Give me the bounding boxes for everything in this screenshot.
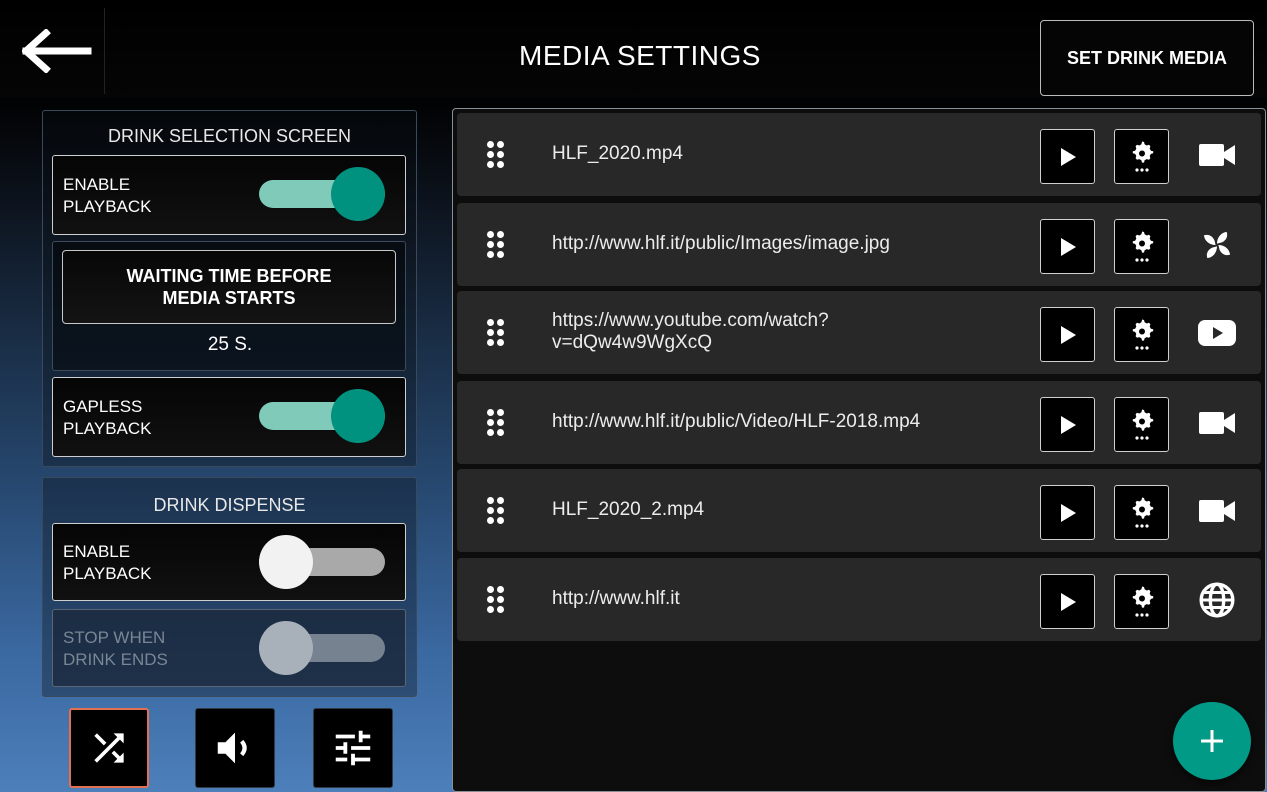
media-url: https://www.youtube.com/watch? v=dQw4w9W…	[552, 310, 829, 353]
media-url: http://www.hlf.it/public/Video/HLF-2018.…	[552, 411, 921, 432]
settings-gear-icon	[1132, 141, 1153, 172]
play-icon	[1060, 592, 1076, 611]
waiting-time-button[interactable]: WAITING TIME BEFORE MEDIA STARTS	[62, 250, 396, 324]
stop-when-drink-ends-row: STOP WHEN DRINK ENDS	[52, 609, 406, 687]
play-button[interactable]	[1040, 129, 1095, 184]
video-camera-icon	[1195, 491, 1239, 531]
drink-dispense-panel: DRINK DISPENSE ENABLE PLAYBACK STOP WHEN…	[42, 477, 417, 697]
play-button[interactable]	[1040, 485, 1095, 540]
enable-playback-toggle[interactable]	[259, 167, 385, 221]
dispense-enable-playback-row: ENABLE PLAYBACK	[52, 523, 406, 601]
video-camera-icon	[1195, 403, 1239, 443]
panel-title: DRINK SELECTION SCREEN	[107, 126, 352, 146]
gapless-playback-label: GAPLESS PLAYBACK	[63, 397, 152, 438]
equalizer-icon	[335, 730, 371, 766]
settings-gear-icon	[1132, 586, 1153, 617]
toggle-knob	[259, 535, 313, 589]
page-title: MEDIA SETTINGS	[519, 40, 761, 71]
play-icon	[1060, 237, 1076, 256]
gapless-playback-toggle[interactable]	[259, 389, 385, 443]
volume-icon	[217, 732, 247, 764]
media-row[interactable]: HLF_2020_2.mp4	[457, 469, 1261, 552]
youtube-icon	[1195, 313, 1239, 353]
drag-handle-icon[interactable]	[487, 409, 511, 437]
drag-handle-icon[interactable]	[487, 319, 511, 347]
drag-handle-icon[interactable]	[487, 586, 511, 614]
drink-selection-panel: DRINK SELECTION SCREEN ENABLE PLAYBACK W…	[42, 110, 417, 467]
media-url: HLF_2020.mp4	[552, 143, 683, 164]
media-settings-button[interactable]	[1114, 485, 1169, 540]
settings-gear-icon	[1132, 319, 1153, 350]
waiting-time-value: 25 S.	[207, 334, 253, 355]
media-row[interactable]: HLF_2020.mp4	[457, 113, 1261, 196]
media-row[interactable]: http://www.hlf.it/public/Video/HLF-2018.…	[457, 381, 1261, 464]
video-camera-icon	[1195, 135, 1239, 175]
volume-button[interactable]	[195, 708, 275, 788]
play-button[interactable]	[1040, 307, 1095, 362]
play-icon	[1060, 415, 1076, 434]
media-settings-button[interactable]	[1114, 397, 1169, 452]
media-settings-button[interactable]	[1114, 307, 1169, 362]
media-list[interactable]: HLF_2020.mp4 http://www.hlf.it/public/Ima…	[452, 108, 1266, 792]
settings-gear-icon	[1132, 409, 1153, 440]
play-button[interactable]	[1040, 574, 1095, 629]
media-settings-button[interactable]	[1114, 574, 1169, 629]
equalizer-button[interactable]	[313, 708, 393, 788]
add-media-button[interactable]	[1173, 702, 1251, 780]
toggle-knob	[259, 621, 313, 675]
plus-icon	[1201, 730, 1223, 752]
settings-gear-icon	[1132, 231, 1153, 262]
drag-handle-icon[interactable]	[487, 231, 511, 259]
dispense-enable-playback-label: ENABLE PLAYBACK	[63, 542, 152, 583]
gapless-playback-row: GAPLESS PLAYBACK	[52, 377, 406, 457]
back-button[interactable]	[10, 8, 105, 94]
play-button[interactable]	[1040, 219, 1095, 274]
drag-handle-icon[interactable]	[487, 141, 511, 169]
arrow-left-icon	[22, 29, 92, 73]
dispense-enable-playback-toggle[interactable]	[259, 535, 385, 589]
stop-when-drink-ends-toggle	[259, 621, 385, 675]
shuffle-icon	[94, 733, 124, 763]
play-icon	[1060, 147, 1076, 166]
waiting-time-box: WAITING TIME BEFORE MEDIA STARTS 25 S.	[52, 241, 406, 371]
toggle-knob	[331, 167, 385, 221]
pinwheel-image-icon	[1195, 225, 1239, 265]
media-url: HLF_2020_2.mp4	[552, 499, 705, 520]
globe-icon	[1195, 580, 1239, 620]
media-url: http://www.hlf.it	[552, 588, 680, 609]
enable-playback-label: ENABLE PLAYBACK	[63, 175, 152, 216]
stop-when-drink-ends-label: STOP WHEN DRINK ENDS	[63, 628, 168, 669]
settings-gear-icon	[1132, 497, 1153, 528]
drag-handle-icon[interactable]	[487, 497, 511, 525]
play-button[interactable]	[1040, 397, 1095, 452]
enable-playback-row: ENABLE PLAYBACK	[52, 155, 406, 235]
play-icon	[1060, 503, 1076, 522]
media-settings-button[interactable]	[1114, 129, 1169, 184]
panel-title: DRINK DISPENSE	[153, 495, 306, 515]
media-row[interactable]: https://www.youtube.com/watch? v=dQw4w9W…	[457, 291, 1261, 374]
media-row[interactable]: http://www.hlf.it	[457, 558, 1261, 641]
media-settings-button[interactable]	[1114, 219, 1169, 274]
shuffle-button[interactable]	[69, 708, 149, 788]
play-icon	[1060, 325, 1076, 344]
media-url: http://www.hlf.it/public/Images/image.jp…	[552, 233, 890, 254]
media-row[interactable]: http://www.hlf.it/public/Images/image.jp…	[457, 203, 1261, 286]
top-bar: MEDIA SETTINGS SET DRINK MEDIA	[0, 0, 1267, 98]
toggle-knob	[331, 389, 385, 443]
set-drink-media-button[interactable]: SET DRINK MEDIA	[1040, 20, 1254, 96]
